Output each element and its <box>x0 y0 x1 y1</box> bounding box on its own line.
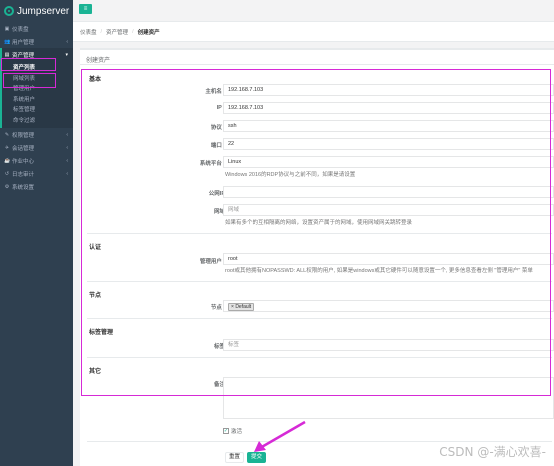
breadcrumb-separator: / <box>100 28 103 35</box>
sidebar-subitem-3[interactable]: 系统用户 <box>2 94 73 105</box>
sidebar-subitem-5[interactable]: 命令过滤 <box>2 115 73 126</box>
breadcrumb-dashboard[interactable]: 仪表盘 <box>80 28 97 36</box>
highlight-asset-list <box>3 73 56 88</box>
sidebar-submenu: 资产列表 网域列表 管理用户 系统用户 标签管理 命令过滤 <box>0 61 73 128</box>
sidebar-item-3[interactable]: ✎ 权限管理 ‹ <box>0 128 73 141</box>
breadcrumb-separator: / <box>132 28 134 35</box>
sidebar-item-7[interactable]: ⚙ 系统设置 <box>0 180 73 193</box>
watermark: CSDN @-满心欢喜- <box>439 445 546 459</box>
sidebar-item-label: 作业中心 <box>12 158 35 165</box>
chevron-left-icon: ‹ <box>66 38 68 45</box>
highlight-form-body <box>81 69 551 396</box>
sidebar-item-label: 会话管理 <box>12 145 35 152</box>
rocket-icon: ✈ <box>4 144 10 151</box>
topbar: ≡ <box>73 0 554 22</box>
checkbox-check-icon[interactable]: ✓ <box>223 428 229 434</box>
chevron-left-icon: ‹ <box>66 131 68 138</box>
edit-icon: ✎ <box>4 131 10 138</box>
breadcrumb-create-asset: 创建资产 <box>137 29 160 36</box>
sidebar-item-4[interactable]: ✈ 会话管理 ‹ <box>0 141 73 154</box>
sidebar-item-5[interactable]: ☕ 作业中心 ‹ <box>0 154 73 167</box>
dashboard-icon: ▣ <box>4 25 10 32</box>
history-icon: ↺ <box>4 170 10 177</box>
jumpserver-logo-icon <box>4 6 14 16</box>
sidebar-item-label: 用户管理 <box>12 39 35 46</box>
menu-toggle-button[interactable]: ≡ <box>79 4 92 14</box>
panel-title-divider <box>80 64 554 65</box>
highlight-asset-management <box>1 58 56 71</box>
breadcrumb: 仪表盘 / 资产管理 / 创建资产 <box>73 22 554 42</box>
chevron-left-icon: ‹ <box>66 144 68 151</box>
reset-button[interactable]: 重置 <box>225 452 244 463</box>
breadcrumb-asset-management[interactable]: 资产管理 <box>106 28 128 36</box>
sidebar-nav: ▣ 仪表盘 👥 用户管理 ‹ ▤ 资产管理 ▾ 资产列表 网域列表 管理用户 系统用户 标签管理 命令过滤… <box>0 22 73 193</box>
users-icon: 👥 <box>4 38 11 45</box>
sidebar-item-1[interactable]: 👥 用户管理 ‹ <box>0 35 73 48</box>
gears-icon: ⚙ <box>4 183 10 190</box>
sidebar-item-label: 日志审计 <box>12 171 35 178</box>
chevron-left-icon: ‹ <box>66 157 68 164</box>
panel-title: 创建资产 <box>86 58 111 64</box>
active-label: 激活 <box>231 429 243 435</box>
brand-name: Jumpserver <box>17 5 70 17</box>
sidebar-item-0[interactable]: ▣ 仪表盘 <box>0 22 73 35</box>
sidebar-item-6[interactable]: ↺ 日志审计 ‹ <box>0 167 73 180</box>
section-divider <box>87 441 552 442</box>
inbox-icon: ▤ <box>4 51 10 58</box>
sidebar-subitem-4[interactable]: 标签管理 <box>2 104 73 115</box>
chevron-down-icon: ▾ <box>65 51 68 58</box>
annotation-arrow-icon <box>254 420 306 452</box>
chevron-left-icon: ‹ <box>66 170 68 177</box>
active-checkbox[interactable]: ✓ 激活 <box>223 427 242 435</box>
sidebar-item-label: 系统设置 <box>12 184 35 191</box>
coffee-icon: ☕ <box>4 157 11 164</box>
brand[interactable]: Jumpserver <box>0 0 73 22</box>
sidebar-item-label: 仪表盘 <box>12 26 29 33</box>
sidebar-item-label: 权限管理 <box>12 132 35 139</box>
